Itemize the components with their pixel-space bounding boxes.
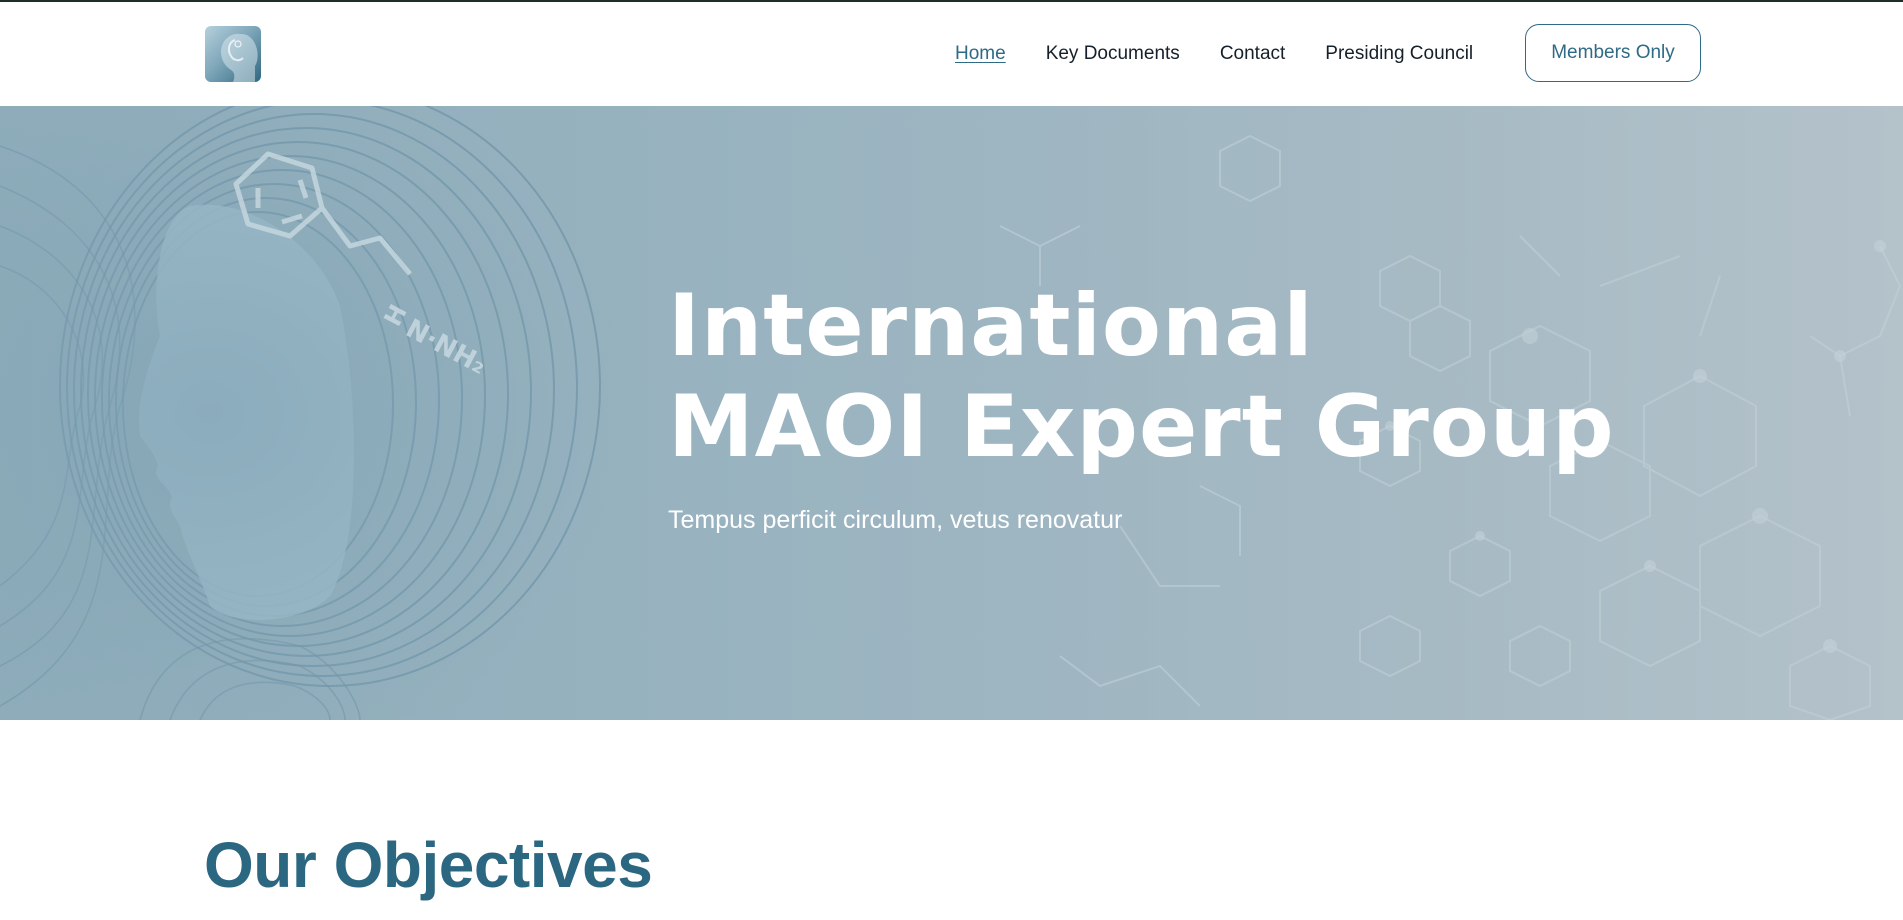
- nav-contact-link[interactable]: Contact: [1220, 43, 1285, 65]
- main-nav: Home Key Documents Contact Presiding Cou…: [955, 2, 1513, 106]
- objectives-section: Our Objectives: [0, 720, 1903, 920]
- hero-title: International MAOI Expert Group: [668, 276, 1615, 478]
- objectives-heading: Our Objectives: [204, 829, 653, 901]
- nav-key-documents-link[interactable]: Key Documents: [1046, 43, 1180, 65]
- hero-banner: N·NH₂ H International MAOI Expert Group …: [0, 106, 1903, 720]
- hero-title-line-2: MAOI Expert Group: [668, 377, 1615, 477]
- nav-presiding-council-link[interactable]: Presiding Council: [1325, 43, 1473, 65]
- nav-home-link[interactable]: Home: [955, 43, 1006, 65]
- site-logo-icon[interactable]: [205, 26, 261, 82]
- hero-title-line-1: International: [668, 276, 1314, 376]
- members-only-button[interactable]: Members Only: [1525, 24, 1701, 82]
- site-header: Home Key Documents Contact Presiding Cou…: [0, 2, 1903, 106]
- hero-subtitle: Tempus perficit circulum, vetus renovatu…: [668, 506, 1123, 534]
